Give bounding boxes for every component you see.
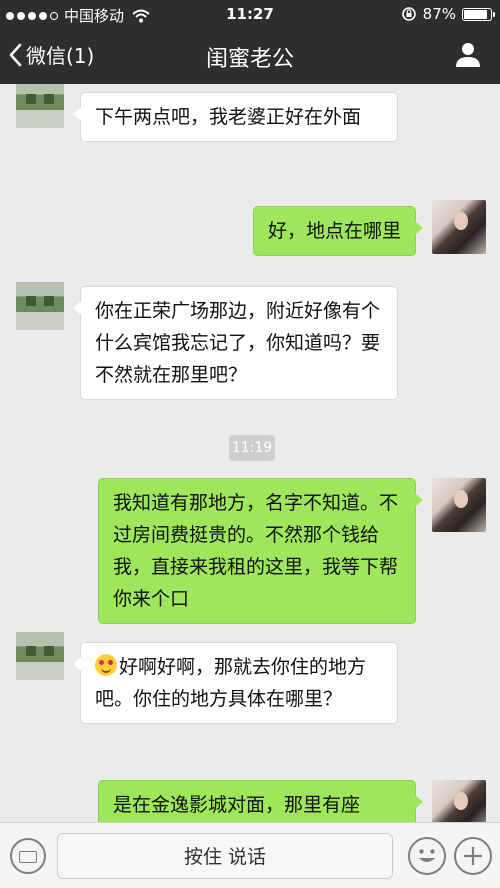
contact-avatar[interactable] <box>16 632 64 680</box>
page-title: 闺蜜老公 <box>205 47 294 72</box>
message-text: 好，地点在哪里 <box>267 220 401 242</box>
person-icon <box>456 43 480 67</box>
message-text: 你在正荣广场那边，附近好像有个什么宾馆我忘记了，你知道吗？要不然就在那里吧？ <box>95 300 381 386</box>
battery-icon <box>462 7 495 21</box>
heart-eyes-emoji-icon <box>95 654 117 676</box>
my-avatar[interactable] <box>432 200 486 254</box>
message-bubble-incoming[interactable]: 好啊好啊，那就去你住的地方吧。你住的地方具体在哪里？ <box>73 642 398 724</box>
my-avatar[interactable] <box>432 780 486 822</box>
more-options-button[interactable] <box>454 837 492 875</box>
battery-fill <box>464 9 487 19</box>
chat-area[interactable]: 下午两点吧，我老婆正好在外面 好，地点在哪里 你在正荣广场那边，附近好像有个什么… <box>0 84 500 822</box>
battery-percent: 87% <box>422 5 456 23</box>
message-bubble-outgoing[interactable]: 我知道有那地方，名字不知道。不过房间费挺贵的。不然那个钱给我，直接来我租的这里，… <box>98 478 423 624</box>
plus-icon <box>464 847 482 865</box>
keyboard-toggle-button[interactable] <box>10 838 46 874</box>
message-text: 我知道有那地方，名字不知道。不过房间费挺贵的。不然那个钱给我，直接来我租的这里，… <box>113 492 399 610</box>
hold-to-talk-button[interactable]: 按住 说话 <box>57 833 393 879</box>
nav-bar: 微信(1) 闺蜜老公 <box>0 28 500 84</box>
status-bar: 中国移动 11:27 87% <box>0 0 500 28</box>
message-text: 下午两点吧，我老婆正好在外面 <box>95 106 362 128</box>
message-timestamp: 11:19 <box>229 435 275 461</box>
contact-avatar[interactable] <box>16 282 64 330</box>
chat-info-button[interactable] <box>454 40 482 72</box>
message-text: 好啊好啊，那就去你住的地方吧。你住的地方具体在哪里？ <box>95 656 367 710</box>
message-bubble-outgoing[interactable]: 是在金逸影城对面，那里有座 <box>98 780 423 822</box>
contact-avatar[interactable] <box>16 84 64 128</box>
status-right: 87% <box>401 5 495 23</box>
message-bubble-incoming[interactable]: 下午两点吧，我老婆正好在外面 <box>73 92 398 142</box>
message-text: 是在金逸影城对面，那里有座 <box>113 794 361 816</box>
keyboard-icon <box>19 851 37 863</box>
rotation-lock-icon <box>401 7 416 21</box>
emoji-button[interactable] <box>408 837 446 875</box>
smiley-icon <box>419 849 435 862</box>
message-bubble-incoming[interactable]: 你在正荣广场那边，附近好像有个什么宾馆我忘记了，你知道吗？要不然就在那里吧？ <box>73 286 398 400</box>
input-bar: 按住 说话 <box>0 822 500 888</box>
my-avatar[interactable] <box>432 478 486 532</box>
message-bubble-outgoing[interactable]: 好，地点在哪里 <box>252 206 424 256</box>
